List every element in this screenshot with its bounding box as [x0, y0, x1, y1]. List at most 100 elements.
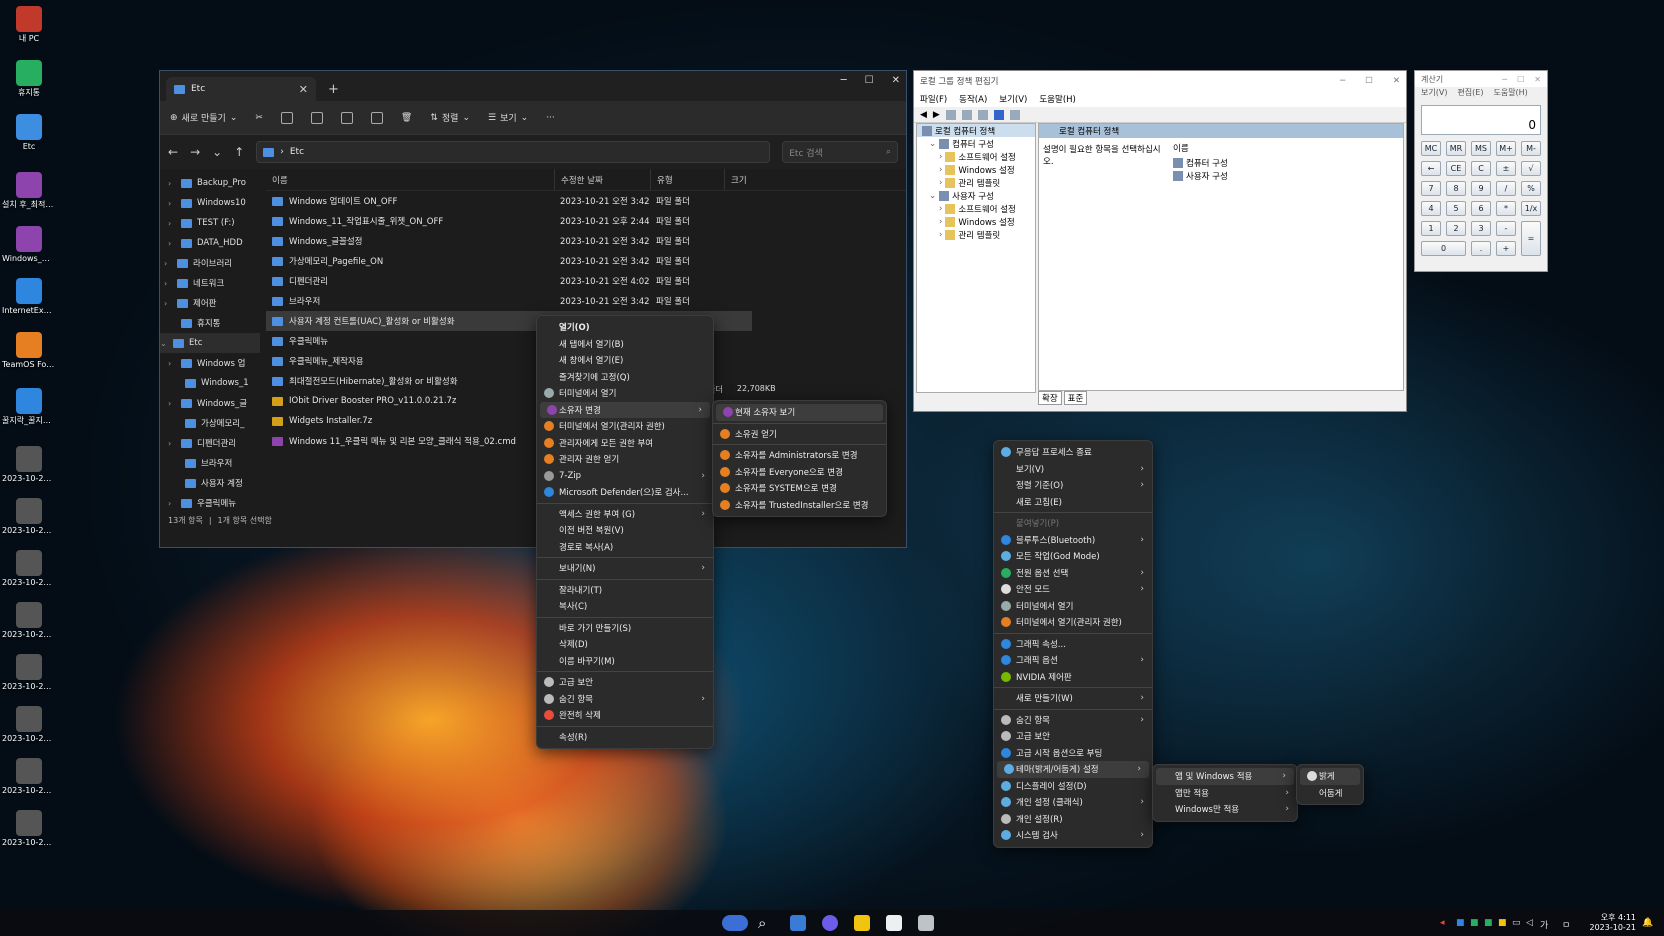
desktop-icon[interactable]: 2023-10-21_...	[2, 654, 56, 692]
menu-item-액세스-권한-부여-g[interactable]: 액세스 권한 부여 (G) ›	[537, 506, 713, 523]
nav-item-etc[interactable]: ⌄ Etc	[160, 333, 260, 353]
menu-item-앱-및-windows-적용[interactable]: 앱 및 Windows 적용 ›	[1156, 768, 1294, 785]
address-field[interactable]: › Etc	[256, 141, 771, 163]
desktop-icon[interactable]: InternetExpl...	[2, 278, 56, 316]
calc-key[interactable]: MC	[1421, 141, 1441, 156]
menu-item-경로로-복사-a[interactable]: 경로로 복사(A)	[537, 539, 713, 556]
menu-item-잘라내기-t[interactable]: 잘라내기(T)	[537, 582, 713, 599]
close-button[interactable]: ✕	[892, 75, 900, 86]
desktop-icon[interactable]: Etc	[2, 114, 56, 152]
desktop-icon[interactable]: 설치 후_최적화.cmd	[2, 172, 56, 210]
menu-item-고급-시작-옵션으로-부팅[interactable]: 고급 시작 옵션으로 부팅	[994, 745, 1152, 762]
desktop-icon[interactable]: 꿀지락_꿀지락...	[2, 388, 56, 426]
menu-item-microsoft-defender-으-로-검사[interactable]: Microsoft Defender(으)로 검사...	[537, 484, 713, 501]
column-header-name[interactable]: 이름	[266, 169, 554, 190]
chevron-icon[interactable]: ›	[168, 219, 176, 228]
expand-icon[interactable]: ›	[939, 152, 942, 162]
nav-item-test-f[interactable]: › TEST (F:)	[160, 213, 260, 233]
menu-item-소유자를-system으로-변경[interactable]: 소유자를 SYSTEM으로 변경	[713, 480, 886, 497]
cut-button[interactable]: ✂	[255, 113, 263, 123]
tab-표준[interactable]: 표준	[1063, 391, 1088, 405]
menu-item-그래픽-속성[interactable]: 그래픽 속성...	[994, 636, 1152, 653]
calc-key[interactable]: 0	[1421, 241, 1466, 256]
nav-item-backup-pro[interactable]: › Backup_Pro	[160, 173, 260, 193]
tab-close-icon[interactable]: ✕	[299, 83, 308, 96]
taskbar-clock[interactable]: 오후 4:11 2023-10-21	[1590, 913, 1637, 933]
calc-key[interactable]: 9	[1471, 181, 1491, 196]
gpedit-menu-1[interactable]: 동작(A)	[959, 93, 987, 105]
nav-item-사용자-계정[interactable]: 사용자 계정	[160, 473, 260, 493]
menu-item-디스플레이-설정-d[interactable]: 디스플레이 설정(D)	[994, 778, 1152, 795]
minimize-button[interactable]: ─	[1340, 76, 1345, 86]
menu-item-어둡게[interactable]: 어둡게	[1297, 785, 1363, 802]
calc-key[interactable]: CE	[1446, 161, 1466, 176]
expand-icon[interactable]: ›	[939, 165, 942, 175]
menu-item-새로-고침-e[interactable]: 새로 고침(E)	[994, 494, 1152, 511]
show-hide-tree-icon[interactable]	[961, 109, 972, 120]
calc-key[interactable]: MS	[1471, 141, 1491, 156]
menu-item-새-창에서-열기-e[interactable]: 새 창에서 열기(E)	[537, 352, 713, 369]
back-arrow-icon[interactable]: ◀	[920, 110, 927, 120]
calc-key[interactable]: -	[1496, 221, 1516, 236]
menu-item-개인-설정-r[interactable]: 개인 설정(R)	[994, 811, 1152, 828]
chevron-icon[interactable]: ›	[168, 179, 176, 188]
menu-item-안전-모드[interactable]: 안전 모드 ›	[994, 581, 1152, 598]
gpedit-menu-2[interactable]: 보기(V)	[999, 93, 1027, 105]
menu-item-소유자-변경[interactable]: 소유자 변경 ›	[540, 401, 710, 418]
chevron-icon[interactable]: ›	[168, 439, 176, 448]
breadcrumb-etc[interactable]: Etc	[290, 147, 304, 157]
menu-item-보내기-n[interactable]: 보내기(N) ›	[537, 560, 713, 577]
menu-item-이전-버전-복원-v[interactable]: 이전 버전 복원(V)	[537, 522, 713, 539]
nav-item-data-hdd[interactable]: › DATA_HDD	[160, 233, 260, 253]
search-input[interactable]: Etc 검색 ⌕	[782, 141, 898, 163]
nav-item-디펜더관리[interactable]: › 디펜더관리	[160, 433, 260, 453]
expand-icon[interactable]: ›	[939, 217, 942, 227]
calc-key[interactable]: =	[1521, 221, 1541, 256]
menu-item-고급-보안[interactable]: 고급 보안	[994, 728, 1152, 745]
tab-etc[interactable]: Etc ✕	[166, 77, 316, 101]
calc-key[interactable]: 2	[1446, 221, 1466, 236]
new-tab-button[interactable]: +	[328, 82, 339, 97]
tree-node[interactable]: › 관리 템플릿	[917, 176, 1035, 189]
close-button[interactable]: ✕	[1393, 76, 1400, 86]
widgets-icon[interactable]	[722, 915, 748, 931]
menu-item-관리자-권한-얻기[interactable]: 관리자 권한 얻기	[537, 451, 713, 468]
list-item[interactable]: 컴퓨터 구성	[1173, 156, 1228, 169]
paste-button[interactable]	[310, 111, 323, 124]
desktop-icon[interactable]: 2023-10-21_...	[2, 446, 56, 484]
file-explorer-icon[interactable]	[854, 915, 870, 931]
desktop-icon[interactable]: 내 PC	[2, 6, 56, 44]
tree-node[interactable]: ⌄ 사용자 구성	[917, 189, 1035, 202]
menu-item-소유자를-trustedinstaller으로-변경[interactable]: 소유자를 TrustedInstaller으로 변경	[713, 497, 886, 514]
chevron-icon[interactable]: ›	[164, 279, 172, 288]
calc-key[interactable]: 1	[1421, 221, 1441, 236]
view-button[interactable]: ☰ 보기 ⌄	[488, 111, 528, 125]
menu-item-모든-작업-god-mode[interactable]: 모든 작업(God Mode)	[994, 548, 1152, 565]
nav-item-windows-1[interactable]: Windows_1	[160, 373, 260, 393]
calc-key[interactable]: %	[1521, 181, 1541, 196]
tray-expand-icon[interactable]: ◂	[1440, 918, 1445, 928]
menu-item-즐겨찾기에-고정-q[interactable]: 즐겨찾기에 고정(Q)	[537, 369, 713, 386]
menu-item-windows만-적용[interactable]: Windows만 적용 ›	[1153, 801, 1297, 818]
table-row[interactable]: 디펜더관리 2023-10-21 오전 4:02 파일 폴더	[266, 271, 906, 291]
desktop-icon[interactable]: 2023-10-21_...	[2, 706, 56, 744]
tree-node[interactable]: › 소프트웨어 설정	[917, 150, 1035, 163]
search-icon[interactable]: ⌕	[758, 915, 774, 931]
menu-item-7-zip[interactable]: 7-Zip ›	[537, 468, 713, 485]
desktop-icon[interactable]: 휴지통	[2, 60, 56, 98]
menu-item-바로-가기-만들기-s[interactable]: 바로 가기 만들기(S)	[537, 620, 713, 637]
tray-app-icon[interactable]: ■	[1456, 918, 1465, 928]
keyboard-icon[interactable]: ㅁ	[1562, 918, 1570, 931]
list-item[interactable]: 사용자 구성	[1173, 169, 1228, 182]
calc-key[interactable]: .	[1471, 241, 1491, 256]
more-button[interactable]: ···	[546, 113, 555, 123]
menu-item-터미널에서-열기[interactable]: 터미널에서 열기	[537, 385, 713, 402]
desktop-icon[interactable]: 2023-10-21_...	[2, 602, 56, 640]
calc-key[interactable]: C	[1471, 161, 1491, 176]
network-icon[interactable]: ▭	[1512, 918, 1521, 928]
share-button[interactable]	[370, 111, 383, 124]
nav-item-네트워크[interactable]: › 네트워크	[160, 273, 260, 293]
chevron-icon[interactable]: ›	[164, 259, 172, 268]
up-folder-icon[interactable]	[945, 109, 956, 120]
menu-item-새로-만들기-w[interactable]: 새로 만들기(W) ›	[994, 690, 1152, 707]
